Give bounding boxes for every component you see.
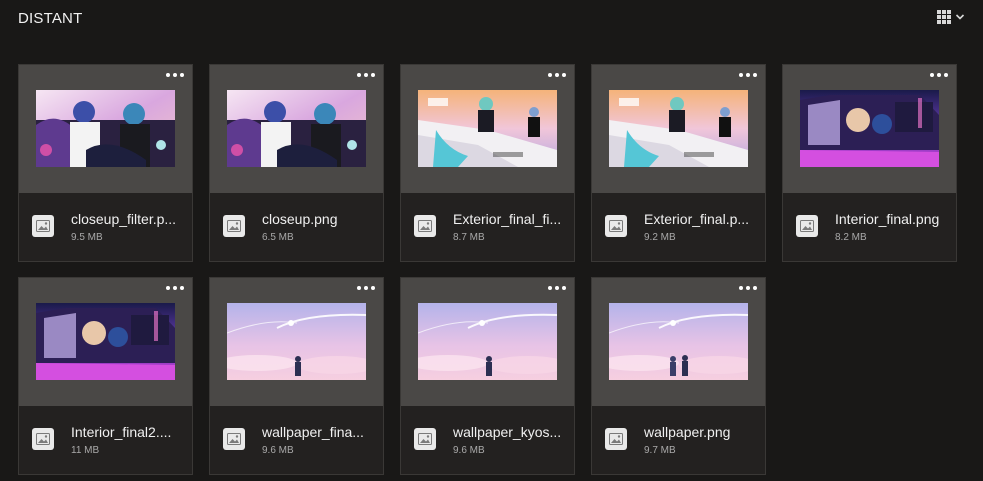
file-card[interactable]: wallpaper.png 9.7 MB: [591, 277, 766, 475]
file-name: Exterior_final_fi...: [453, 211, 562, 227]
file-info: closeup.png 6.5 MB: [210, 193, 383, 261]
file-info: wallpaper_fina... 9.6 MB: [210, 406, 383, 474]
thumbnail-area[interactable]: [592, 65, 765, 193]
file-info: wallpaper.png 9.7 MB: [592, 406, 765, 474]
more-options-icon[interactable]: [548, 73, 566, 79]
file-name: Exterior_final.p...: [644, 211, 750, 227]
image-file-icon: [605, 215, 627, 237]
thumbnail-area[interactable]: [19, 65, 192, 193]
file-card[interactable]: Interior_final2.... 11 MB: [18, 277, 193, 475]
file-name: closeup.png: [262, 211, 338, 227]
more-options-icon[interactable]: [930, 73, 948, 79]
thumbnail-area[interactable]: [210, 278, 383, 406]
file-card[interactable]: Exterior_final_fi... 8.7 MB: [400, 64, 575, 262]
file-card[interactable]: Exterior_final.p... 9.2 MB: [591, 64, 766, 262]
image-thumbnail: [36, 90, 175, 167]
image-thumbnail: [418, 303, 557, 380]
file-size: 9.6 MB: [262, 445, 294, 456]
more-options-icon[interactable]: [739, 286, 757, 292]
view-toggle-button[interactable]: [937, 10, 965, 24]
image-thumbnail: [227, 303, 366, 380]
thumbnail-area[interactable]: [401, 65, 574, 193]
file-size: 9.2 MB: [644, 232, 676, 243]
file-card[interactable]: closeup_filter.p... 9.5 MB: [18, 64, 193, 262]
file-name: Interior_final.png: [835, 211, 940, 227]
image-thumbnail: [800, 90, 939, 167]
more-options-icon[interactable]: [548, 286, 566, 292]
image-file-icon: [796, 215, 818, 237]
file-size: 9.5 MB: [71, 232, 103, 243]
file-name: wallpaper_fina...: [262, 424, 364, 440]
thumbnail-area[interactable]: [783, 65, 956, 193]
folder-header: DISTANT: [0, 0, 983, 40]
file-card[interactable]: wallpaper_fina... 9.6 MB: [209, 277, 384, 475]
thumbnail-area[interactable]: [401, 278, 574, 406]
image-file-icon: [32, 428, 54, 450]
file-card[interactable]: closeup.png 6.5 MB: [209, 64, 384, 262]
file-name: Interior_final2....: [71, 424, 172, 440]
file-size: 11 MB: [71, 445, 100, 456]
image-thumbnail: [36, 303, 175, 380]
file-info: Exterior_final.p... 9.2 MB: [592, 193, 765, 261]
file-size: 6.5 MB: [262, 232, 294, 243]
file-size: 8.2 MB: [835, 232, 867, 243]
file-size: 9.7 MB: [644, 445, 676, 456]
file-name: closeup_filter.p...: [71, 211, 177, 227]
more-options-icon[interactable]: [166, 286, 184, 292]
image-thumbnail: [227, 90, 366, 167]
image-file-icon: [414, 428, 436, 450]
file-size: 8.7 MB: [453, 232, 485, 243]
file-info: closeup_filter.p... 9.5 MB: [19, 193, 192, 261]
file-card[interactable]: Interior_final.png 8.2 MB: [782, 64, 957, 262]
file-size: 9.6 MB: [453, 445, 485, 456]
folder-title: DISTANT: [18, 10, 83, 27]
thumbnail-area[interactable]: [210, 65, 383, 193]
file-name: wallpaper.png: [644, 424, 731, 440]
image-file-icon: [223, 428, 245, 450]
more-options-icon[interactable]: [739, 73, 757, 79]
image-file-icon: [605, 428, 627, 450]
image-thumbnail: [609, 303, 748, 380]
file-name: wallpaper_kyos...: [453, 424, 562, 440]
image-file-icon: [223, 215, 245, 237]
thumbnail-area[interactable]: [592, 278, 765, 406]
image-file-icon: [32, 215, 54, 237]
file-card[interactable]: wallpaper_kyos... 9.6 MB: [400, 277, 575, 475]
image-thumbnail: [609, 90, 748, 167]
file-grid: closeup_filter.p... 9.5 MB closeup.png 6…: [18, 64, 957, 475]
more-options-icon[interactable]: [357, 286, 375, 292]
more-options-icon[interactable]: [166, 73, 184, 79]
file-info: wallpaper_kyos... 9.6 MB: [401, 406, 574, 474]
grid-view-icon: [937, 10, 951, 24]
file-info: Exterior_final_fi... 8.7 MB: [401, 193, 574, 261]
file-info: Interior_final2.... 11 MB: [19, 406, 192, 474]
image-file-icon: [414, 215, 436, 237]
image-thumbnail: [418, 90, 557, 167]
thumbnail-area[interactable]: [19, 278, 192, 406]
chevron-down-icon: [955, 12, 965, 22]
more-options-icon[interactable]: [357, 73, 375, 79]
file-info: Interior_final.png 8.2 MB: [783, 193, 956, 261]
